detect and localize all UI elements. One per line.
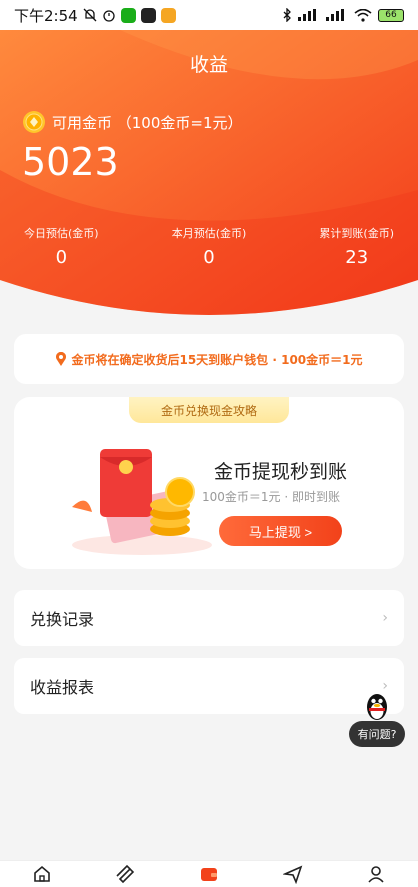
coin-label-row: 可用金币 （100金币=1元） (22, 110, 243, 134)
stat-month: 本月预估(金币) 0 (172, 225, 247, 268)
notice-banner: 金币将在确定收货后15天到账户钱包 · 100金币＝1元 (14, 334, 404, 384)
withdraw-promo-card: 金币兑换现金攻略 金币提现秒到账 100金币＝1元 · 即时到账 马上提现 > (14, 397, 404, 569)
page-title: 收益 (189, 54, 228, 76)
promo-title: 金币提现秒到账 (214, 461, 348, 483)
notice-text: 金币将在确定收货后15天到账户钱包 · 100金币＝1元 (71, 352, 363, 367)
earnings-report-item[interactable]: 收益报表 › (14, 658, 404, 714)
stat-label: 累计到账(金币) (319, 227, 394, 240)
chevron-right-icon: › (382, 610, 388, 626)
ticket-icon (116, 864, 135, 884)
stat-label: 本月预估(金币) (171, 227, 247, 240)
stat-total: 累计到账(金币) 23 (319, 225, 394, 268)
stat-label: 今日预估(金币) (24, 227, 99, 240)
tab-coupons[interactable] (112, 863, 138, 885)
message-app-icon (160, 7, 176, 23)
user-icon (368, 866, 384, 883)
coin-icon (23, 111, 45, 133)
wallet-icon (200, 868, 217, 881)
tab-home[interactable] (29, 863, 55, 885)
alarm-icon (103, 10, 115, 22)
help-label: 有问题? (349, 721, 405, 747)
coin-balance: 5023 (22, 140, 119, 184)
tiktok-icon (140, 7, 156, 23)
coin-label: 可用金币 （100金币=1元） (52, 113, 243, 132)
location-pin-icon (56, 352, 67, 366)
stat-value: 0 (55, 247, 68, 268)
strategy-tab[interactable]: 金币兑换现金攻略 (129, 397, 289, 423)
home-icon (33, 865, 50, 882)
signal-icon (298, 9, 316, 21)
wifi-icon (354, 8, 372, 22)
qq-penguin-icon (367, 694, 387, 720)
stat-value: 23 (345, 247, 369, 268)
menu-item-label: 兑换记录 (30, 610, 95, 629)
promo-subtitle: 100金币＝1元 · 即时到账 (202, 490, 340, 504)
withdraw-now-button[interactable]: 马上提现 > (219, 516, 342, 546)
stats-row: 今日预估(金币) 0 本月预估(金币) 0 累计到账(金币) 23 (0, 225, 418, 268)
bluetooth-icon (283, 8, 291, 22)
stat-today: 今日预估(金币) 0 (24, 225, 99, 268)
battery-icon: 66 (378, 8, 404, 22)
help-float-button[interactable]: 有问题? (349, 694, 405, 750)
status-time: 下午2:54 (14, 6, 78, 25)
exchange-history-item[interactable]: 兑换记录 › (14, 590, 404, 646)
tab-wallet[interactable] (196, 863, 222, 885)
earnings-header: 收益 可用金币 （100金币=1元） 5023 今日预估(金币) 0 本月预估(… (0, 30, 418, 320)
signal-icon-2 (326, 9, 344, 21)
tab-profile[interactable] (363, 863, 389, 885)
send-icon (282, 865, 302, 884)
mute-icon (83, 8, 97, 22)
menu-item-label: 收益报表 (30, 678, 95, 697)
tab-messages[interactable] (280, 863, 306, 885)
bottom-tab-bar (0, 860, 418, 887)
wechat-icon (120, 7, 136, 23)
stat-value: 0 (203, 247, 215, 268)
status-bar: 下午2:54 66 (0, 0, 418, 30)
red-envelope-coins-illustration (72, 449, 212, 555)
